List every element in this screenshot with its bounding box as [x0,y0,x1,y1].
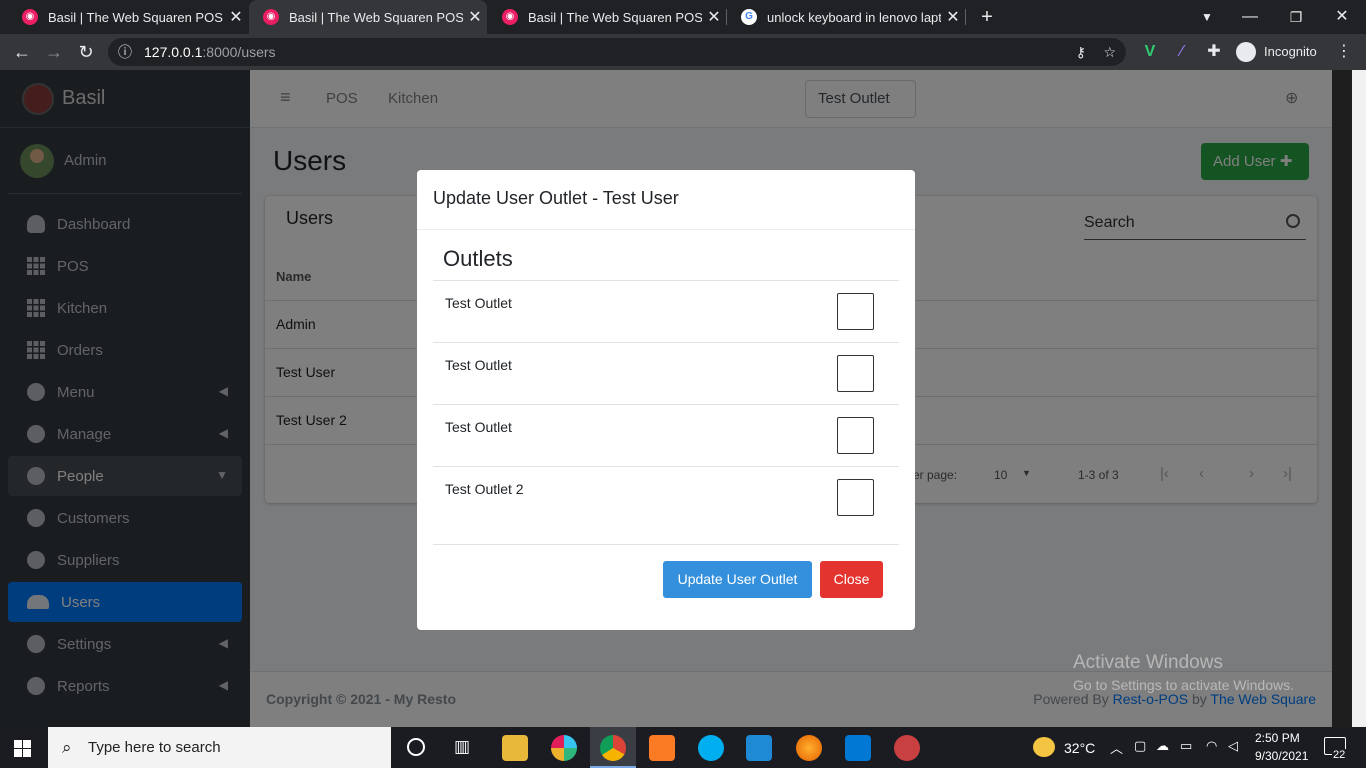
outlet-row: Test Outlet [433,342,899,404]
tab-search-icon[interactable]: ▼ [1195,0,1219,34]
close-tab-icon[interactable]: ✕ [941,7,965,27]
new-tab-icon[interactable]: + [975,0,999,34]
update-user-outlet-button[interactable]: Update User Outlet [663,561,812,598]
volume-icon[interactable]: ◁ [1228,738,1238,754]
browser-tab-active[interactable]: ◉ Basil | The Web Squaren POS ✕ [249,0,487,34]
clock-date[interactable]: 9/30/2021 [1255,749,1308,763]
battery-icon[interactable]: ▭ [1180,738,1192,754]
windows-start-icon[interactable] [14,740,31,757]
modal-title: Update User Outlet - Test User [433,188,679,208]
outlet-checkbox[interactable] [837,355,874,392]
key-icon[interactable]: ⚷ [1076,38,1086,66]
update-outlet-modal: Update User Outlet - Test User Outlets T… [417,170,915,630]
file-explorer-icon[interactable] [502,735,528,761]
site-favicon-icon: ◉ [502,9,518,25]
url-host: 127.0.0.1 [144,44,203,60]
show-hidden-icons-icon[interactable]: ︿ [1110,738,1123,757]
address-bar[interactable]: ⓘ 127.0.0.1:8000/users ⚷ ☆ [108,38,1126,66]
task-view-icon[interactable]: ▥ [454,737,470,757]
outlet-name: Test Outlet [445,295,512,311]
site-favicon-icon: ◉ [263,9,279,25]
windows-activation-title: Activate Windows [1073,652,1223,673]
outlet-name: Test Outlet 2 [445,481,524,497]
tab-title: Basil | The Web Squaren POS [48,9,223,25]
outlet-name: Test Outlet [445,357,512,373]
slack-icon[interactable] [551,735,577,761]
restore-icon[interactable]: ❐ [1284,0,1308,34]
wifi-icon[interactable]: ◠ [1206,738,1217,754]
extensions-puzzle-icon[interactable]: ✚ [1202,34,1226,70]
taskbar-search-placeholder: Type here to search [88,739,221,756]
notification-count: 22 [1332,749,1347,761]
outlets-heading: Outlets [443,246,513,271]
browser-tab[interactable]: G unlock keyboard in lenovo laptop ✕ [727,0,965,34]
outlet-name: Test Outlet [445,419,512,435]
reload-icon[interactable]: ↻ [70,34,102,70]
browser-toolbar: ← → ↻ ⓘ 127.0.0.1:8000/users ⚷ ☆ V ⁄ ✚ I… [0,34,1366,70]
browser-tab[interactable]: ◉ Basil | The Web Squaren POS ✕ [8,0,248,34]
outlet-row: Test Outlet 2 [433,466,899,544]
taskbar-search-input[interactable]: ⌕ Type here to search [48,727,391,768]
windows-taskbar: ⌕ Type here to search ▥ 32°C ︿ ▢ ☁ ▭ ◠ ◁… [0,727,1366,768]
site-info-icon[interactable]: ⓘ [118,38,132,66]
minimize-icon[interactable]: — [1238,0,1262,34]
outlet-checkbox[interactable] [837,417,874,454]
tray-device-icon[interactable]: ▢ [1134,738,1146,754]
xampp-icon[interactable] [649,735,675,761]
incognito-label[interactable]: Incognito [1264,44,1317,59]
clock-time[interactable]: 2:50 PM [1255,731,1300,745]
windows-activation-hint: Go to Settings to activate Windows. [1073,677,1294,693]
close-tab-icon[interactable]: ✕ [224,7,248,27]
outlet-row: Test Outlet [433,280,899,342]
modal-divider [433,544,899,545]
google-favicon-icon: G [741,9,757,25]
tab-title: Basil | The Web Squaren POS [289,9,463,25]
bookmark-star-icon[interactable]: ☆ [1103,38,1116,66]
close-tab-icon[interactable]: ✕ [463,7,487,27]
search-icon: ⌕ [62,738,72,757]
forward-icon[interactable]: → [38,34,70,70]
incognito-icon [1236,42,1256,62]
snipping-tool-icon[interactable] [894,735,920,761]
site-favicon-icon: ◉ [22,9,38,25]
extension-v-icon[interactable]: V [1138,34,1162,70]
onedrive-icon[interactable]: ☁ [1156,738,1169,754]
chrome-icon[interactable] [600,735,626,761]
cortana-icon[interactable] [407,738,425,756]
url-path: :8000/users [202,44,276,60]
browser-tab[interactable]: ◉ Basil | The Web Squaren POS ✕ [488,0,726,34]
page-scrollbar[interactable] [1352,70,1366,727]
window-close-icon[interactable]: ✕ [1330,0,1354,34]
browser-menu-icon[interactable]: ⋮ [1332,34,1356,70]
weather-icon[interactable] [1033,737,1055,757]
vscode-icon[interactable] [746,735,772,761]
mail-icon[interactable] [845,735,871,761]
firefox-icon[interactable] [796,735,822,761]
browser-tab-bar: ◉ Basil | The Web Squaren POS ✕ ◉ Basil … [0,0,1366,34]
close-button[interactable]: Close [820,561,883,598]
back-icon[interactable]: ← [6,34,38,70]
outlet-checkbox[interactable] [837,479,874,516]
tab-title: Basil | The Web Squaren POS [528,9,702,25]
extension-feather-icon[interactable]: ⁄ [1170,34,1194,70]
outlet-row: Test Outlet [433,404,899,466]
close-tab-icon[interactable]: ✕ [702,7,726,27]
skype-icon[interactable] [698,735,724,761]
modal-header: Update User Outlet - Test User [417,170,915,230]
weather-temp[interactable]: 32°C [1064,740,1095,756]
tab-title: unlock keyboard in lenovo laptop [767,9,941,25]
outlet-checkbox[interactable] [837,293,874,330]
